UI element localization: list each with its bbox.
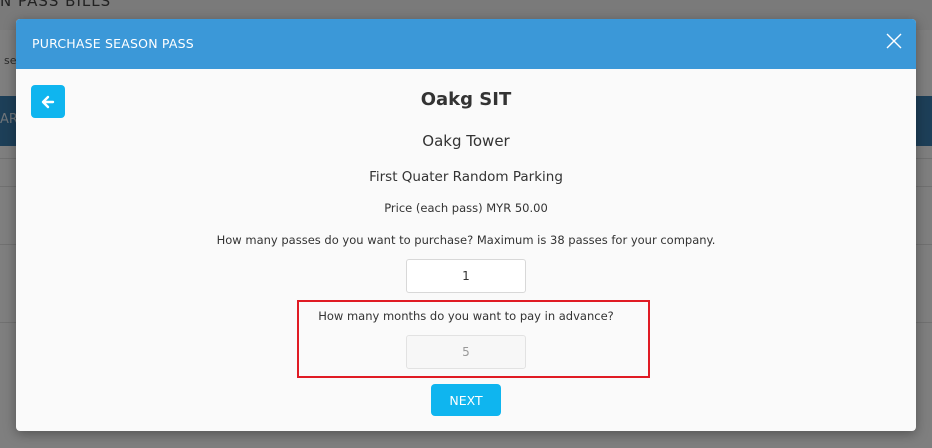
purchase-season-pass-modal: PURCHASE SEASON PASS Oakg SIT Oakg Tower…: [16, 19, 916, 431]
passes-quantity-input[interactable]: [406, 259, 526, 293]
parking-plan-name: First Quater Random Parking: [369, 169, 563, 185]
months-question: How many months do you want to pay in ad…: [318, 309, 614, 323]
building-name: Oakg Tower: [422, 132, 510, 150]
modal-header: PURCHASE SEASON PASS: [16, 19, 916, 69]
company-name: Oakg SIT: [420, 89, 512, 110]
price-text: Price (each pass) MYR 50.00: [384, 201, 548, 215]
passes-question: How many passes do you want to purchase?…: [216, 233, 716, 247]
months-advance-input[interactable]: [406, 335, 526, 369]
close-icon[interactable]: [884, 31, 904, 51]
modal-title: PURCHASE SEASON PASS: [32, 36, 194, 51]
next-button[interactable]: NEXT: [431, 384, 501, 416]
